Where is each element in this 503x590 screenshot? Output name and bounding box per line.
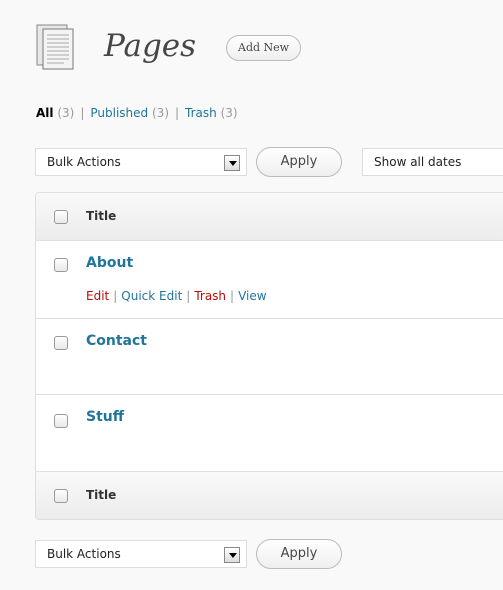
filter-all-count: (3)	[57, 106, 75, 120]
row-checkbox[interactable]	[54, 414, 68, 428]
bulk-actions-select-top[interactable]: Bulk Actions	[35, 148, 247, 176]
view-link[interactable]: View	[238, 289, 266, 303]
apply-button-bottom[interactable]: Apply	[256, 539, 342, 569]
bulk-actions-select-bottom[interactable]: Bulk Actions	[35, 540, 247, 568]
filter-separator: |	[175, 106, 180, 120]
table-row: About Edit | Quick Edit | Trash | View	[36, 241, 503, 319]
chevron-down-icon[interactable]	[224, 155, 240, 171]
row-checkbox[interactable]	[54, 336, 68, 350]
column-title-header[interactable]: Title	[86, 209, 116, 223]
filter-published[interactable]: Published (3)	[90, 106, 169, 120]
date-filter-value: Show all dates	[374, 155, 462, 169]
select-all-checkbox[interactable]	[54, 489, 68, 503]
filter-all-label[interactable]: All	[36, 106, 54, 120]
date-filter-select[interactable]: Show all dates	[362, 148, 503, 176]
table-row: Contact	[36, 319, 503, 395]
filter-published-label[interactable]: Published	[90, 106, 148, 120]
apply-button-top[interactable]: Apply	[256, 147, 342, 177]
row-title-link[interactable]: About	[86, 255, 133, 271]
bulk-actions-value: Bulk Actions	[47, 155, 121, 169]
chevron-down-icon[interactable]	[224, 547, 240, 563]
filter-trash-count: (3)	[220, 106, 238, 120]
row-title-link[interactable]: Stuff	[86, 409, 124, 425]
table-footer: Title	[36, 471, 503, 519]
row-actions-separator: |	[230, 289, 235, 303]
row-actions-separator: |	[186, 289, 191, 303]
status-filters: All (3) | Published (3) | Trash (3)	[36, 106, 238, 120]
filter-separator: |	[80, 106, 85, 120]
quick-edit-link[interactable]: Quick Edit	[121, 289, 182, 303]
add-new-button[interactable]: Add New	[226, 35, 302, 61]
edit-link[interactable]: Edit	[86, 289, 109, 303]
pages-table: Title About Edit | Quick Edit | Trash | View C…	[35, 192, 503, 520]
select-all-checkbox[interactable]	[54, 210, 68, 224]
row-actions-separator: |	[113, 289, 118, 303]
row-title-link[interactable]: Contact	[86, 333, 147, 349]
page-title: Pages	[104, 28, 197, 64]
row-checkbox[interactable]	[54, 258, 68, 272]
pages-icon	[36, 24, 74, 70]
table-row: Stuff	[36, 395, 503, 471]
trash-link[interactable]: Trash	[194, 289, 226, 303]
bulk-actions-value: Bulk Actions	[47, 547, 121, 561]
row-actions: Edit | Quick Edit | Trash | View	[86, 289, 267, 303]
filter-trash[interactable]: Trash (3)	[185, 106, 238, 120]
filter-all[interactable]: All (3)	[36, 106, 74, 120]
filter-trash-label[interactable]: Trash	[185, 106, 217, 120]
column-title-footer[interactable]: Title	[86, 488, 116, 502]
filter-published-count: (3)	[152, 106, 169, 120]
table-header: Title	[36, 193, 503, 241]
